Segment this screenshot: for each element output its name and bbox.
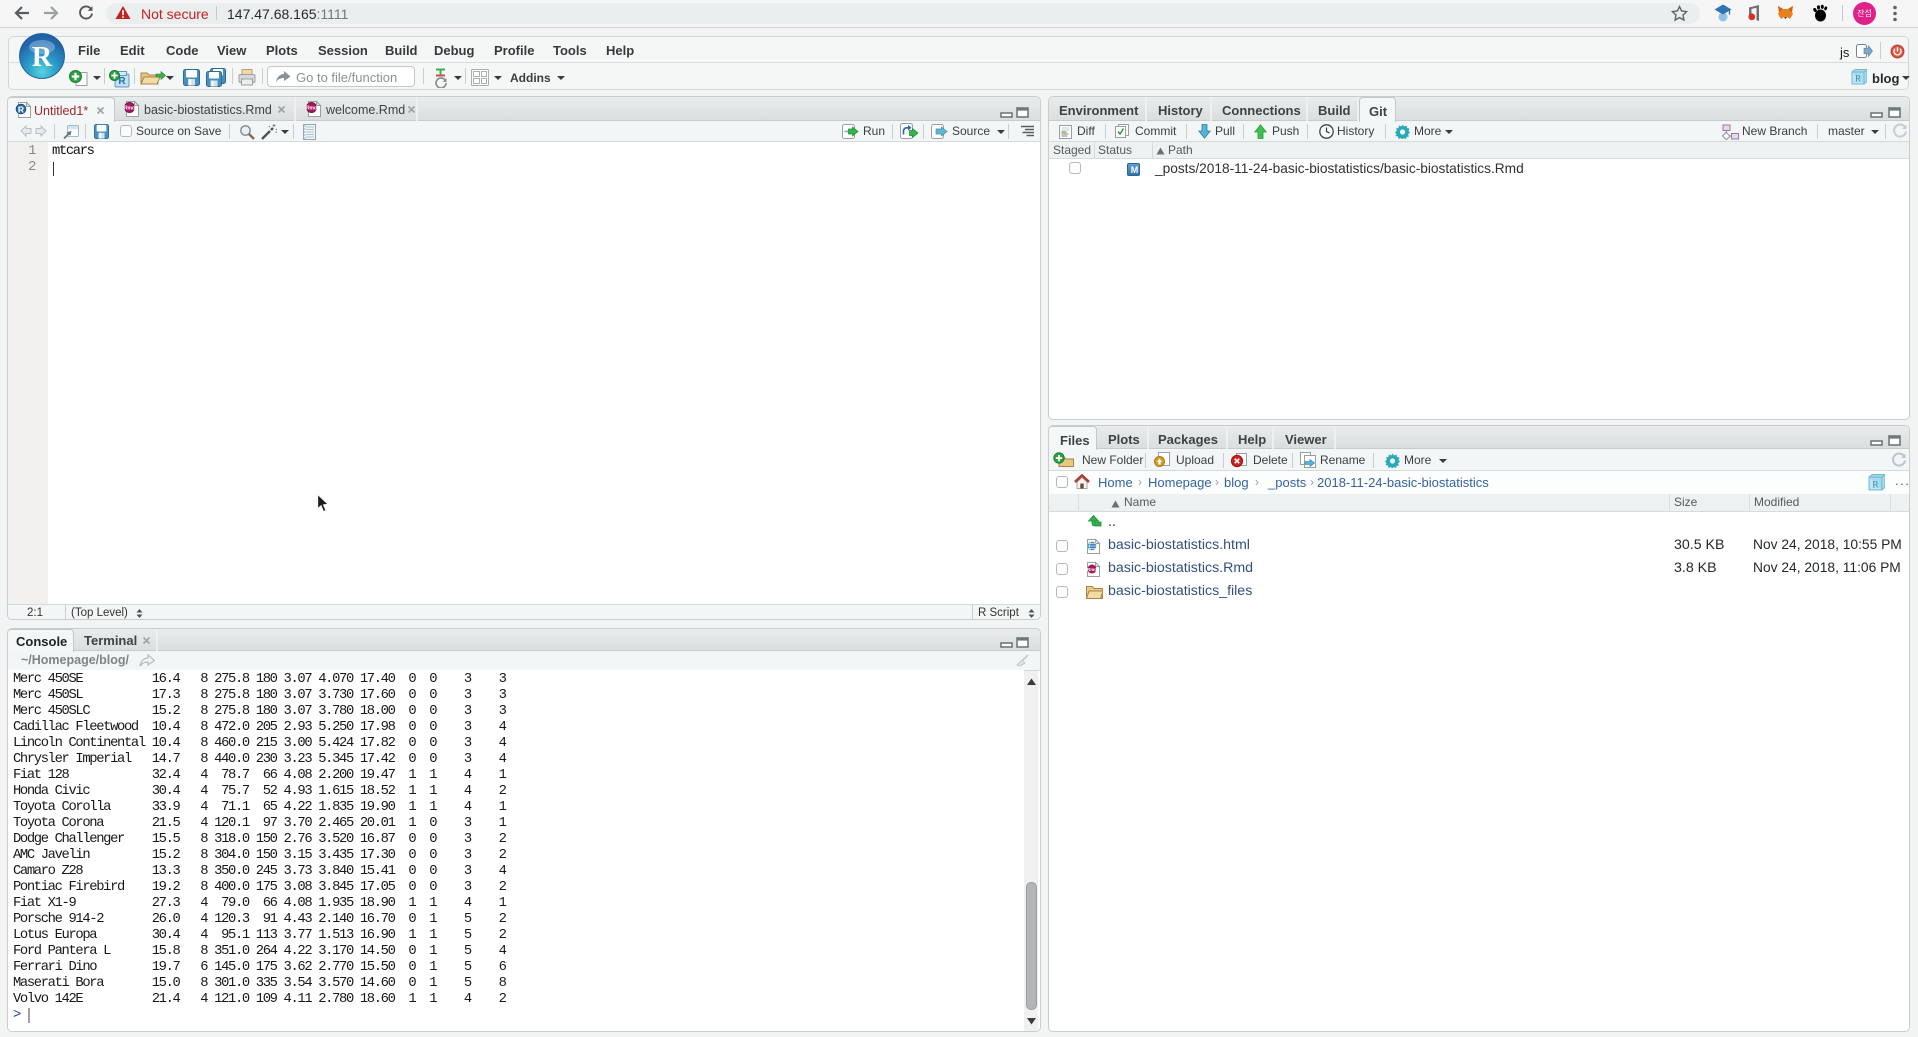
svg-text:R: R <box>32 42 53 73</box>
svg-text:R: R <box>1872 479 1879 490</box>
svg-text:R: R <box>118 76 126 87</box>
svg-text:Rmd: Rmd <box>306 106 317 112</box>
svg-text:Rmd: Rmd <box>1087 567 1097 572</box>
svg-text:R: R <box>1855 74 1861 84</box>
svg-text:Rmd: Rmd <box>124 106 135 112</box>
svg-text:R: R <box>18 104 24 114</box>
